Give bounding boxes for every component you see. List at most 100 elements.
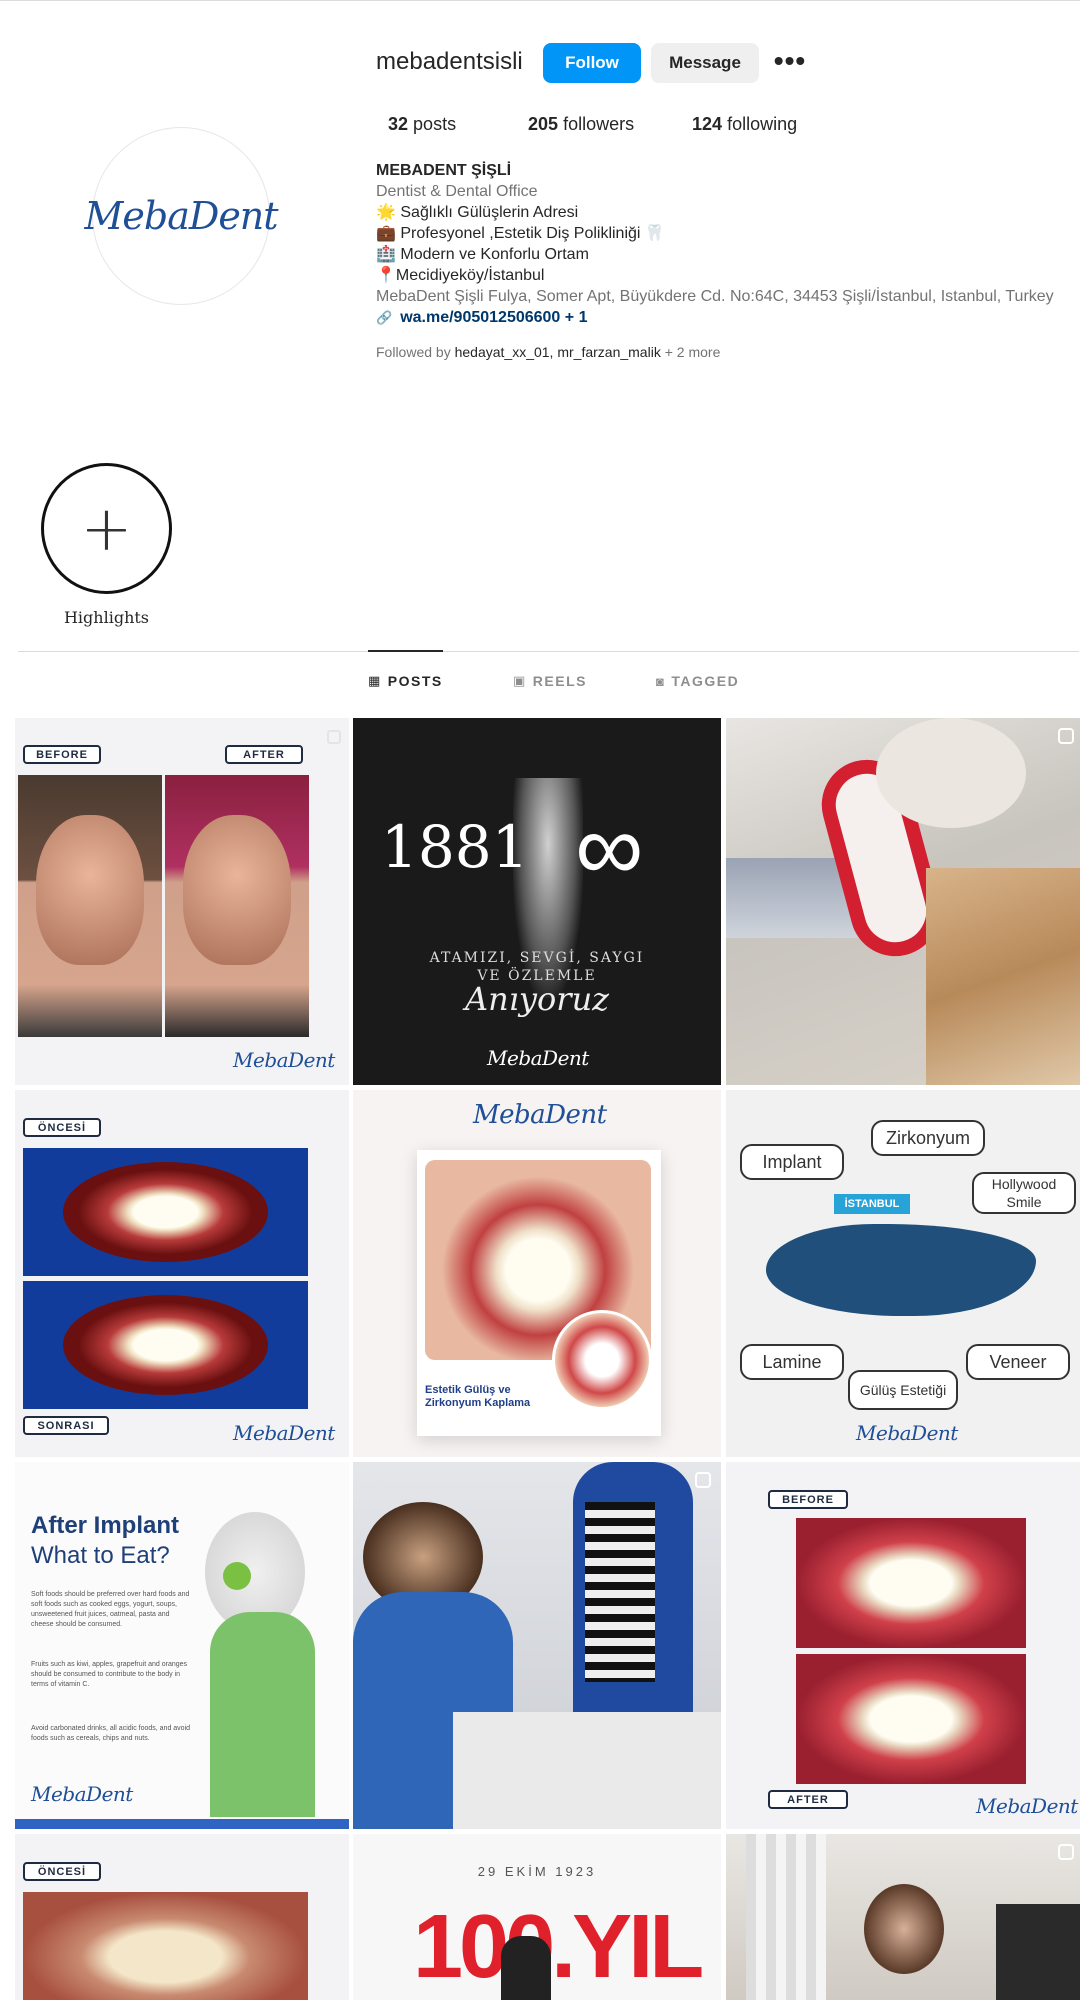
woman-head-image [864,1884,944,1974]
post-tile-3[interactable] [726,718,1080,1085]
post-tile-4[interactable]: ÖNCESİ SONRASI MebaDent [15,1090,349,1457]
posts-label: posts [413,114,457,134]
post-tile-2[interactable]: 1881 ∞ ATAMIZI, SEVGİ, SAYGI VE ÖZLEMLE … [353,718,721,1085]
face-image [183,815,291,965]
post-tile-11[interactable]: 29 EKİM 1923 100.YIL [353,1834,721,2000]
followers-count: 205 [528,114,559,134]
after-badge: AFTER [225,745,303,764]
smile-closeup-image [552,1310,652,1410]
post-tile-5[interactable]: MebaDent Estetik Gülüş ve Zirkonyum Kapl… [353,1090,721,1457]
after-badge: AFTER [768,1790,848,1809]
bio-link[interactable]: 🔗 wa.me/905012506600 + 1 [376,307,1056,328]
post-text-1: Soft foods should be preferred over hard… [31,1591,190,1628]
follow-button[interactable]: Follow [543,43,641,83]
post-text-2: Fruits such as kiwi, apples, grapefruit … [31,1661,188,1688]
active-tab-indicator [368,650,443,652]
before-photo [18,775,162,1037]
brand-logo: MebaDent [233,1048,335,1072]
profile-bio: MEBADENT ŞİŞLİ Dentist & Dental Office 🌟… [376,160,1056,363]
footer-bar [15,1819,349,1829]
following-count: 124 [692,114,723,134]
post-caption: Estetik Gülüş ve Zirkonyum Kaplama [425,1384,531,1409]
followers-stat[interactable]: 205 followers [528,114,634,135]
brand-logo: MebaDent [31,1782,133,1806]
teeth-image [63,1162,268,1262]
before-teeth-photo [796,1518,1026,1648]
bio-address[interactable]: MebaDent Şişli Fulya, Somer Apt, Büyükde… [376,286,1056,307]
before-badge: ÖNCESİ [23,1862,101,1881]
carousel-icon [327,730,341,744]
reel-icon [695,1472,711,1488]
brand-logo: MebaDent [487,1046,589,1070]
profile-avatar[interactable]: MebaDent [84,127,279,305]
brand-logo: MebaDent [976,1794,1078,1818]
figure-image [501,1936,551,2000]
posts-count: 32 [388,114,409,134]
bio-name: MEBADENT ŞİŞLİ [376,162,512,179]
message-button[interactable]: Message [651,43,759,83]
before-teeth-photo [23,1148,308,1276]
post-tile-10[interactable]: ÖNCESİ [15,1834,349,2000]
post-tile-1[interactable]: BEFORE AFTER MebaDent [15,718,349,1085]
tribute-script: Anıyoruz [464,980,610,1018]
before-badge: BEFORE [23,745,101,764]
tab-reels[interactable]: ▣ REELS [513,673,587,689]
grid-icon: ▦ [368,673,382,688]
city-label: İSTANBUL [834,1194,910,1214]
tab-tagged[interactable]: ◙ TAGGED [656,673,739,689]
post-tile-8[interactable] [353,1462,721,1829]
before-badge: ÖNCESİ [23,1118,101,1137]
post-tile-6[interactable]: Implant Zirkonyum Hollywood Smile İSTANB… [726,1090,1080,1457]
highlight-label: Highlights [63,608,150,627]
top-divider [0,0,1080,1]
bubble-hollywood: Hollywood Smile [972,1172,1076,1214]
monitor-image [996,1904,1080,2000]
profile-username: mebadentsisli [376,48,523,75]
tab-label: POSTS [387,673,443,689]
following-stat[interactable]: 124 following [692,114,797,135]
tab-posts[interactable]: ▦ POSTS [368,673,443,689]
more-options-icon[interactable]: ••• [772,46,808,80]
bubble-implant: Implant [740,1144,844,1180]
person-image [926,868,1080,1085]
reels-icon: ▣ [513,673,527,688]
after-badge: SONRASI [23,1416,109,1435]
bubble-gulus: Gülüş Estetiği [848,1370,958,1410]
followers-label: followers [563,114,635,134]
glove-image [876,718,1026,828]
infinity-icon: ∞ [575,794,644,901]
new-highlight-button[interactable]: + [41,463,172,594]
after-teeth-photo [23,1281,308,1409]
post-text-3: Avoid carbonated drinks, all acidic food… [31,1725,191,1742]
brand-logo: MebaDent [473,1100,607,1130]
post-tile-7[interactable]: After Implant What to Eat? Soft foods sh… [15,1462,349,1829]
post-tile-9[interactable]: BEFORE AFTER MebaDent [726,1462,1080,1829]
posts-stat: 32 posts [388,114,456,135]
after-photo [165,775,309,1037]
face-image [36,815,144,965]
link-icon: 🔗 [376,310,393,325]
tab-label: REELS [532,673,587,689]
turkey-map-image [766,1224,1036,1316]
reel-icon [1058,1844,1074,1860]
curtain-image [746,1834,826,2000]
post-card: Estetik Gülüş ve Zirkonyum Kaplama [417,1150,661,1436]
post-tile-12[interactable] [726,1834,1080,2000]
followed-more: + 2 more [664,344,721,360]
post-title-2: What to Eat? [31,1542,170,1569]
tab-label: TAGGED [671,673,740,689]
year-text: 1881 [381,813,529,881]
avatar-logo: MebaDent [84,194,278,238]
striped-sleeve-image [585,1502,655,1682]
plus-icon: + [80,491,133,565]
bio-line: 🌟 Sağlıklı Gülüşlerin Adresi [376,204,579,221]
bubble-veneer: Veneer [966,1344,1070,1380]
bio-category: Dentist & Dental Office [376,183,538,200]
followed-by[interactable]: Followed by hedayat_xx_01, mr_farzan_mal… [376,342,1056,363]
post-title-1: After Implant [31,1512,180,1539]
followed-users: hedayat_xx_01, mr_farzan_malik [454,344,661,360]
reel-icon [1058,728,1074,744]
following-label: following [727,114,798,134]
apple-image [223,1562,251,1590]
after-teeth-photo [796,1654,1026,1784]
